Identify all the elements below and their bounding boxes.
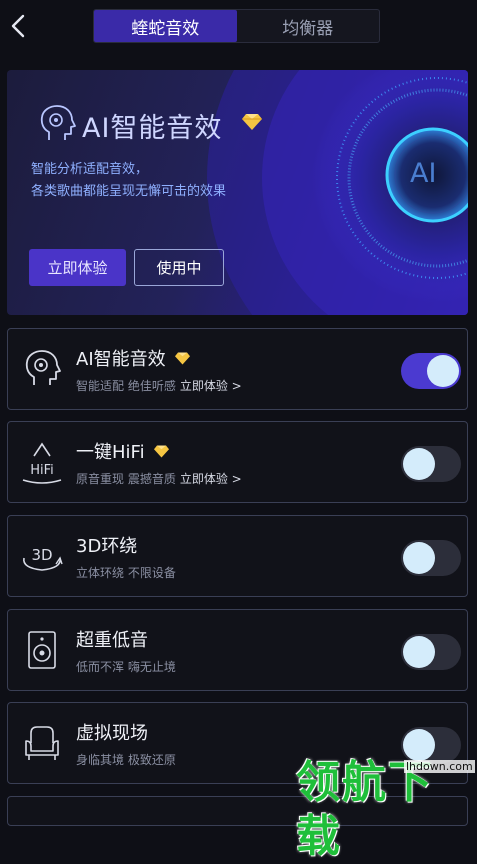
ai-head-icon [40,105,76,140]
effect-toggle[interactable] [401,446,461,482]
tab-viper-effects[interactable]: 蝰蛇音效 [94,10,237,42]
back-arrow-icon[interactable] [6,12,32,40]
site-watermark: 领航下载 lhdown.com [296,756,477,862]
effect-toggle[interactable] [401,353,461,389]
in-use-button[interactable]: 使用中 [134,249,224,286]
effect-card-bass[interactable]: 超重低音 低而不浑 嗨无止境 [7,609,468,691]
tab-switcher: 蝰蛇音效 均衡器 [93,9,380,43]
toggle-knob [403,542,435,574]
toggle-knob [427,355,459,387]
armchair-icon [25,726,59,760]
effect-toggle[interactable] [401,540,461,576]
tab-equalizer[interactable]: 均衡器 [237,10,380,42]
ai-effect-banner: AI智能音效 智能分析适配音效， 各类歌曲都能呈现无懈可击的效果 立即体验 使用… [7,70,468,315]
effect-title: 虚拟现场 [76,723,148,744]
banner-title: AI智能音效 [82,113,223,144]
effect-title: AI智能音效 [76,345,191,371]
effect-subtitle: 原音重现 震撼音质 立即体验 > [76,472,242,486]
watermark-url: lhdown.com [404,760,475,773]
ai-head-icon [25,350,61,385]
banner-description-line-1: 智能分析适配音效， [31,162,149,177]
effect-title: 超重低音 [76,630,148,651]
effect-card-ai[interactable]: AI智能音效 智能适配 绝佳听感 立即体验 > [7,328,468,410]
effect-title: 一键HiFi [76,438,170,464]
speaker-icon [28,631,56,669]
effect-card-hifi[interactable]: HiFi 一键HiFi 原音重现 震撼音质 立即体验 > [7,421,468,503]
effect-card-3d[interactable]: 3D 3D环绕 立体环绕 不限设备 [7,515,468,597]
ai-orb-label: AI [410,158,437,189]
top-bar: 蝰蛇音效 均衡器 [0,0,477,52]
try-now-button[interactable]: 立即体验 [29,249,126,286]
svg-text:3D: 3D [31,546,52,564]
toggle-knob [403,636,435,668]
effect-toggle[interactable] [401,634,461,670]
banner-description-line-2: 各类歌曲都能呈现无懈可击的效果 [31,184,227,199]
effect-subtitle: 智能适配 绝佳听感 立即体验 > [76,379,242,393]
hifi-icon: HiFi [22,442,62,484]
try-now-link[interactable]: 立即体验 > [180,379,242,393]
svg-text:HiFi: HiFi [30,463,54,478]
toggle-knob [403,448,435,480]
3d-surround-icon: 3D [23,546,63,571]
premium-diamond-icon [242,114,262,130]
effect-subtitle: 身临其境 极致还原 [76,753,176,767]
effect-title: 3D环绕 [76,536,138,557]
try-now-link[interactable]: 立即体验 > [180,472,242,486]
premium-diamond-icon [174,352,190,364]
effect-subtitle: 立体环绕 不限设备 [76,566,176,580]
effect-subtitle: 低而不浑 嗨无止境 [76,660,176,674]
premium-diamond-icon [153,445,169,457]
